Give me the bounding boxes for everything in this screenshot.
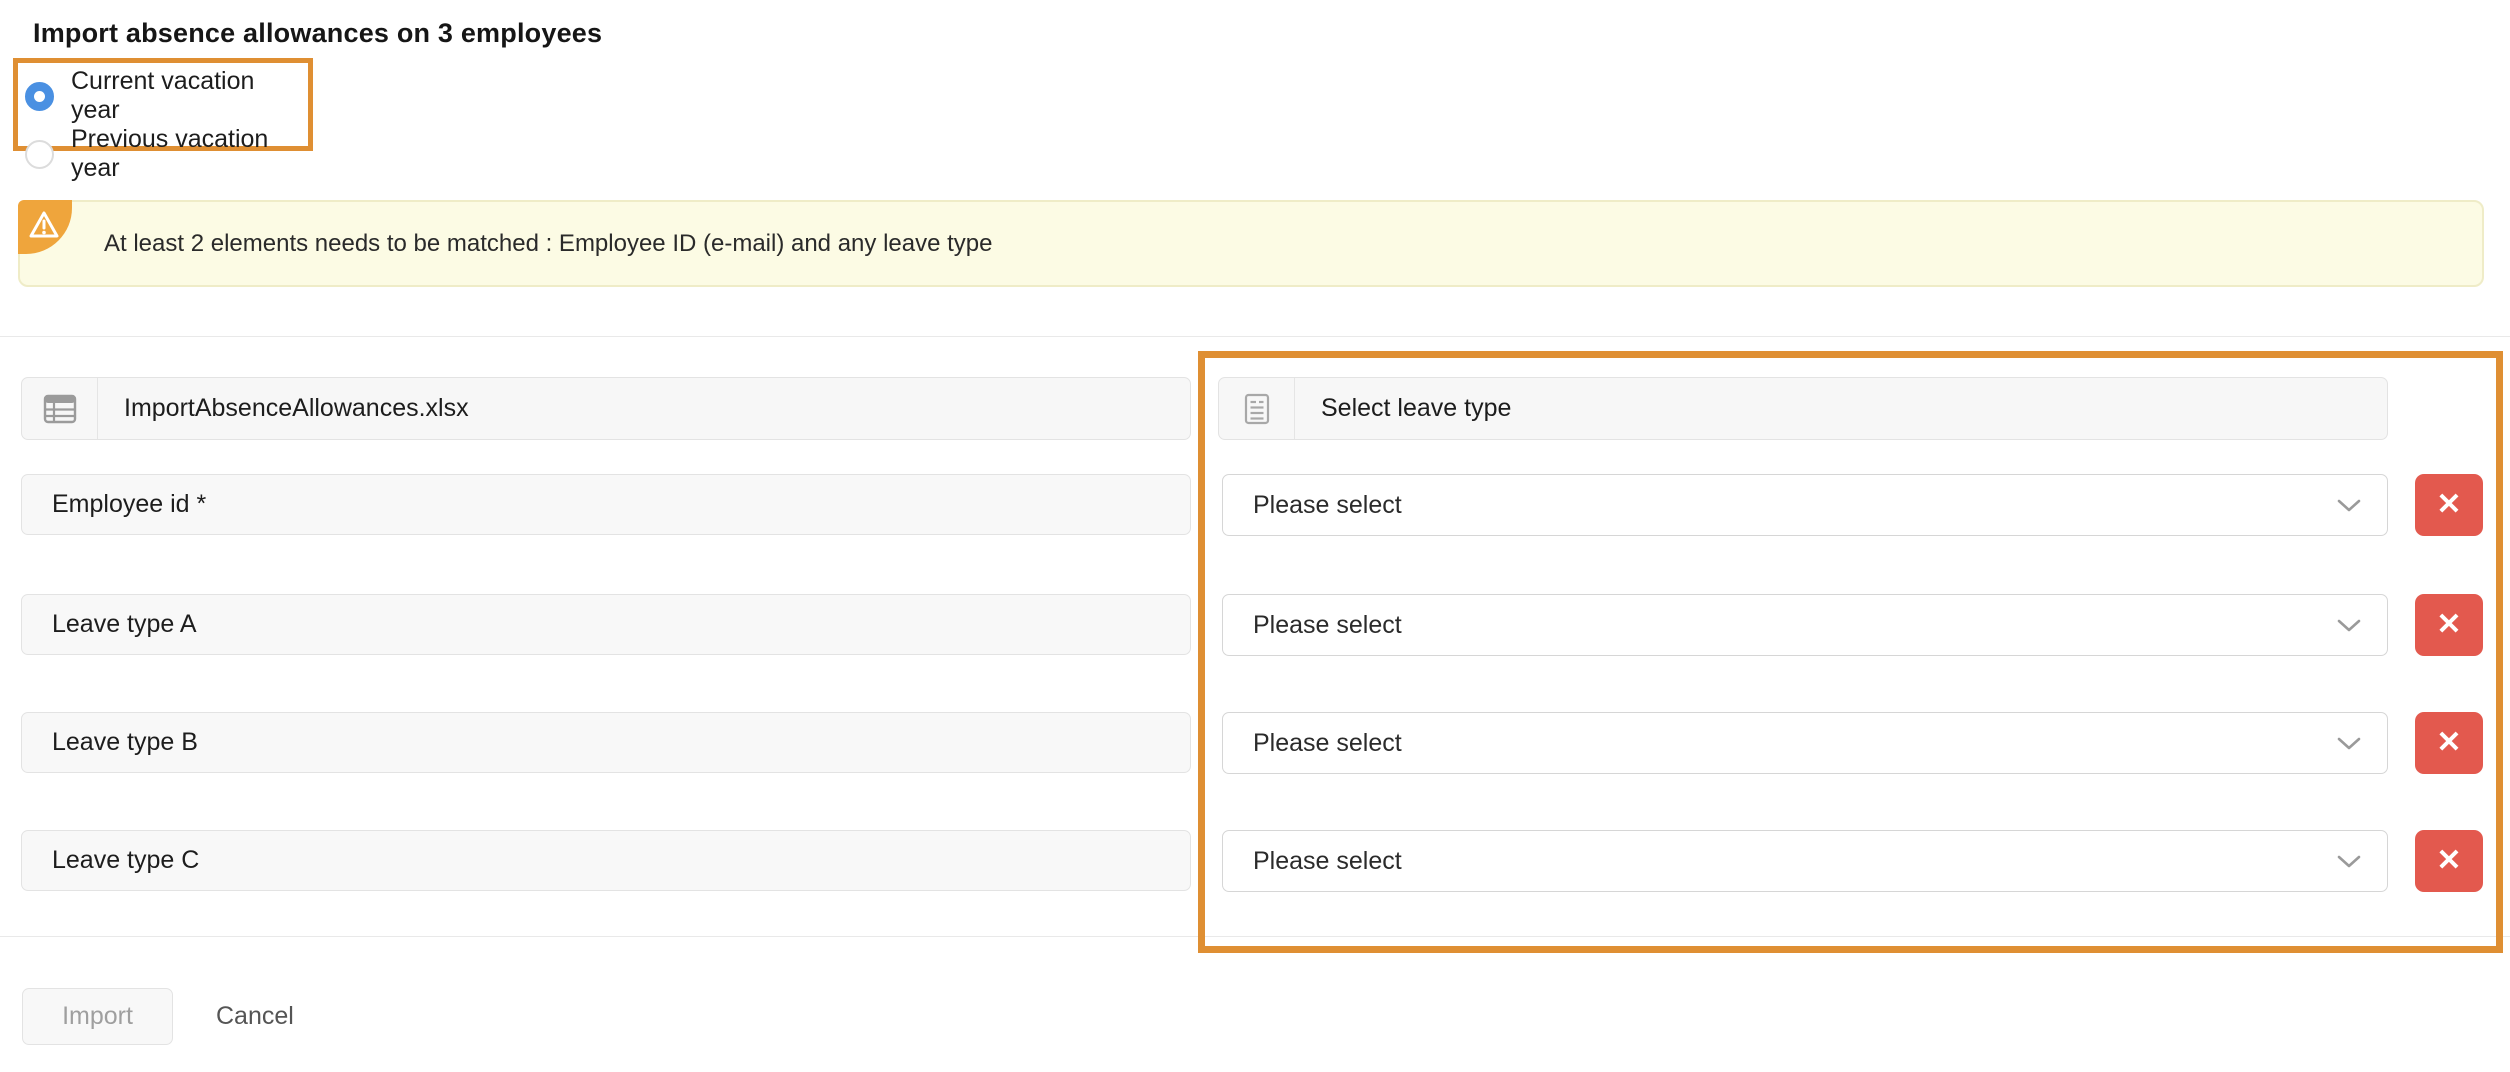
spreadsheet-table-icon <box>22 378 98 439</box>
select-value: Please select <box>1253 490 1402 519</box>
chevron-down-icon <box>2337 619 2361 632</box>
radio-unselected-icon[interactable] <box>25 139 54 169</box>
leave-type-select[interactable]: Please select <box>1222 712 2388 774</box>
leave-type-header-label: Select leave type <box>1321 394 1512 422</box>
leave-type-select[interactable]: Please select <box>1222 830 2388 892</box>
leave-type-header-field: Select leave type <box>1218 377 2388 440</box>
document-lines-icon <box>1219 378 1295 439</box>
radio-option-label: Current vacation year <box>71 67 255 124</box>
radio-option-current-vacation-year[interactable]: Current vacation year <box>25 67 308 125</box>
source-file-name: ImportAbsenceAllowances.xlsx <box>124 394 469 422</box>
import-button[interactable]: Import <box>22 988 173 1045</box>
select-value: Please select <box>1253 610 1402 639</box>
select-value: Please select <box>1253 728 1402 757</box>
chevron-down-icon <box>2337 737 2361 750</box>
chevron-down-icon <box>2337 855 2361 868</box>
close-x-icon: ✕ <box>2436 844 2462 877</box>
source-column-field: Leave type C <box>21 830 1191 891</box>
warning-badge <box>18 200 72 254</box>
divider <box>0 936 2510 937</box>
remove-row-button[interactable]: ✕ <box>2415 712 2483 774</box>
close-x-icon: ✕ <box>2436 488 2462 521</box>
chevron-down-icon <box>2337 499 2361 512</box>
page-title: Import absence allowances on 3 employees <box>33 18 603 48</box>
close-x-icon: ✕ <box>2436 608 2462 641</box>
cancel-button[interactable]: Cancel <box>216 988 294 1045</box>
warning-banner-text: At least 2 elements needs to be matched … <box>104 229 993 257</box>
select-value: Please select <box>1253 846 1402 875</box>
remove-row-button[interactable]: ✕ <box>2415 474 2483 536</box>
leave-type-select[interactable]: Please select <box>1222 594 2388 656</box>
remove-row-button[interactable]: ✕ <box>2415 830 2483 892</box>
source-file-field: ImportAbsenceAllowances.xlsx <box>21 377 1191 440</box>
source-column-field: Leave type B <box>21 712 1191 773</box>
source-column-field: Leave type A <box>21 594 1191 655</box>
radio-selected-icon[interactable] <box>25 81 54 111</box>
warning-triangle-icon <box>29 211 59 238</box>
divider <box>0 336 2510 337</box>
radio-option-label: Previous vacation year <box>71 125 269 182</box>
warning-banner: At least 2 elements needs to be matched … <box>18 200 2484 287</box>
remove-row-button[interactable]: ✕ <box>2415 594 2483 656</box>
close-x-icon: ✕ <box>2436 726 2462 759</box>
leave-type-select[interactable]: Please select <box>1222 474 2388 536</box>
radio-option-previous-vacation-year[interactable]: Previous vacation year <box>25 125 308 183</box>
source-column-field: Employee id * <box>21 474 1191 535</box>
vacation-year-annotation-box: Current vacation year Previous vacation … <box>13 58 313 182</box>
